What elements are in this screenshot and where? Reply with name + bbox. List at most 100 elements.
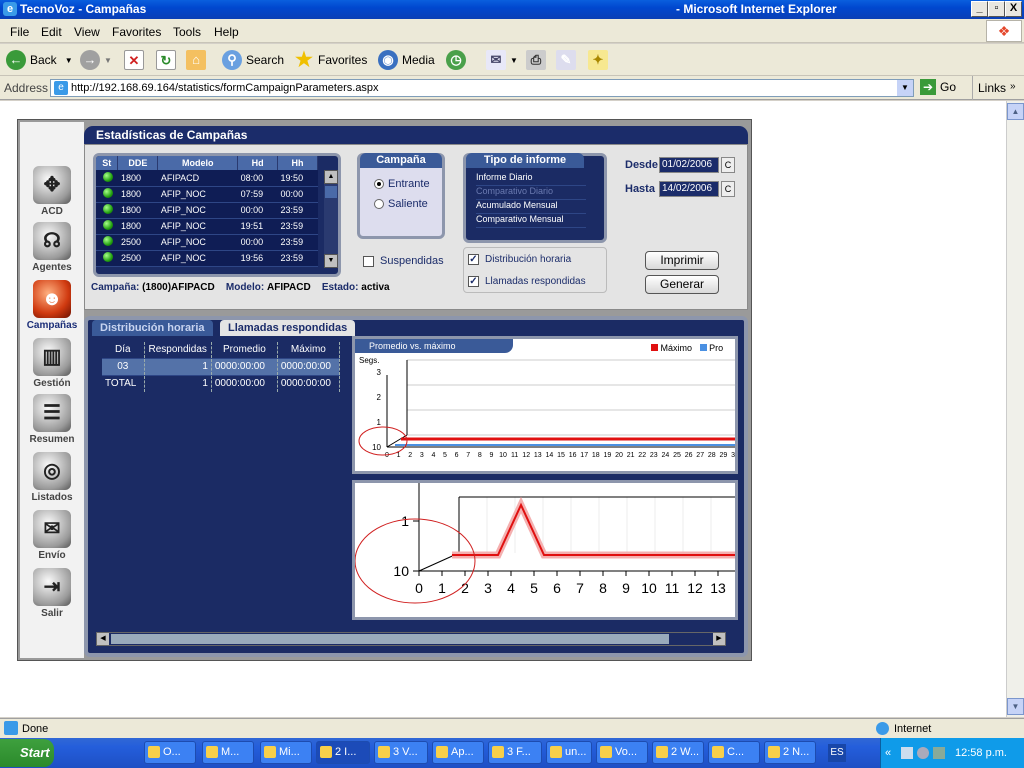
col-maximo[interactable]: Máximo [277, 342, 340, 358]
favorites-button[interactable]: ★ Favorites [294, 48, 367, 72]
task-button[interactable]: O... [144, 741, 196, 764]
search-button[interactable]: ⚲ Search [222, 48, 284, 72]
task-button[interactable]: 2 I... [316, 741, 370, 764]
table-row[interactable]: 1800 AFIP_NOC 00:00 23:59 [96, 202, 318, 219]
llamadas-checkbox[interactable]: ✓ Llamadas respondidas [468, 276, 586, 287]
task-button[interactable]: 2 W... [652, 741, 704, 764]
col-dia[interactable]: Día [102, 342, 145, 358]
generar-button[interactable]: Generar [645, 275, 719, 294]
distribucion-checkbox[interactable]: ✓ Distribución horaria [468, 254, 571, 265]
page-scrollbar[interactable]: ▲ ▼ [1006, 101, 1024, 717]
print-button[interactable]: ⎙ [526, 48, 550, 72]
radio-on-icon[interactable] [374, 179, 384, 190]
menu-favorites[interactable]: Favorites [112, 25, 161, 39]
window-title-bar[interactable]: e TecnoVoz - Campañas - Microsoft Intern… [0, 0, 1024, 19]
desde-input[interactable]: 01/02/2006 [659, 157, 719, 173]
table-row[interactable]: 2500 AFIP_NOC 00:00 23:59 [96, 234, 318, 251]
edit-button[interactable]: ✎ [556, 48, 580, 72]
tray-volume-icon[interactable] [917, 747, 929, 759]
imprimir-button[interactable]: Imprimir [645, 251, 719, 270]
nav-gestion[interactable]: ▥ Gestión [20, 338, 84, 389]
table-row[interactable]: 2500 AFIP_NOC 19:56 23:59 [96, 250, 318, 267]
radio-entrante[interactable]: Entrante [374, 178, 430, 190]
checkbox-checked-icon[interactable]: ✓ [468, 276, 479, 287]
col-respondidas[interactable]: Respondidas [144, 342, 212, 358]
nav-agentes[interactable]: ☊ Agentes [20, 222, 84, 273]
links-button[interactable]: Links [978, 81, 1006, 95]
maximize-button[interactable]: ▫ [988, 1, 1005, 17]
forward-button[interactable]: → ▼ [80, 48, 112, 72]
history-button[interactable]: ◷ [446, 48, 470, 72]
menu-edit[interactable]: Edit [41, 25, 62, 39]
task-button[interactable]: un... [546, 741, 592, 764]
col-st[interactable]: St [96, 156, 119, 170]
scroll-up-icon[interactable]: ▲ [324, 170, 338, 184]
scroll-up-icon[interactable]: ▲ [1007, 103, 1024, 120]
radio-saliente[interactable]: Saliente [374, 198, 428, 210]
scroll-right-icon[interactable]: ▶ [713, 633, 725, 645]
scroll-left-icon[interactable]: ◀ [97, 633, 109, 645]
tray-user-icon[interactable] [933, 747, 945, 759]
nav-acd[interactable]: ✥ ACD [20, 166, 84, 217]
table-row[interactable]: 03 1 0000:00:00 0000:00:00 [102, 357, 340, 375]
scroll-thumb[interactable] [325, 186, 337, 198]
col-modelo[interactable]: Modelo [157, 156, 239, 170]
radio-off-icon[interactable] [374, 199, 384, 210]
col-promedio[interactable]: Promedio [211, 342, 278, 358]
scroll-down-icon[interactable]: ▼ [1007, 698, 1024, 715]
close-button[interactable]: X [1005, 1, 1022, 17]
task-button[interactable]: Mi... [260, 741, 312, 764]
nav-listados[interactable]: ◎ Listados [20, 452, 84, 503]
scroll-thumb[interactable] [111, 634, 669, 644]
report-option-informe-diario[interactable]: Informe Diario [476, 172, 586, 186]
tab-distribucion[interactable]: Distribución horaria [92, 320, 213, 336]
task-button[interactable]: Vo... [596, 741, 648, 764]
nav-resumen[interactable]: ☰ Resumen [20, 394, 84, 445]
table-row[interactable]: 1800 AFIPACD 08:00 19:50 [96, 170, 318, 187]
refresh-button[interactable]: ↻ [156, 48, 180, 72]
checkbox-unchecked-icon[interactable] [363, 255, 374, 267]
nav-salir[interactable]: ⇥ Salir [20, 568, 84, 619]
menu-view[interactable]: View [74, 25, 100, 39]
start-button[interactable]: Start [0, 739, 54, 767]
report-option-acumulado-mensual[interactable]: Acumulado Mensual [476, 200, 586, 214]
mail-button[interactable]: ✉ ▼ [486, 48, 518, 72]
hasta-input[interactable]: 14/02/2006 [659, 181, 719, 197]
col-hh[interactable]: Hh [277, 156, 318, 170]
task-button[interactable]: C... [708, 741, 760, 764]
back-button[interactable]: ← Back ▼ [6, 48, 73, 72]
home-button[interactable]: ⌂ [186, 48, 210, 72]
minimize-button[interactable]: _ [971, 1, 988, 17]
checkbox-checked-icon[interactable]: ✓ [468, 254, 479, 265]
go-button[interactable]: ➔ Go [920, 79, 956, 95]
hasta-calendar-button[interactable]: C [721, 181, 735, 197]
tray-expand-icon[interactable]: « [885, 738, 891, 768]
task-button[interactable]: 3 V... [374, 741, 428, 764]
scroll-down-icon[interactable]: ▼ [324, 254, 338, 268]
menu-file[interactable]: File [10, 25, 29, 39]
nav-envio[interactable]: ✉ Envío [20, 510, 84, 561]
language-indicator[interactable]: ES [828, 744, 846, 762]
tab-llamadas[interactable]: Llamadas respondidas [220, 320, 356, 336]
menu-tools[interactable]: Tools [173, 25, 201, 39]
chevron-down-icon[interactable]: ▼ [510, 56, 518, 65]
col-dde[interactable]: DDE [117, 156, 159, 170]
chevron-down-icon[interactable]: ▼ [65, 56, 73, 65]
table-row[interactable]: 1800 AFIP_NOC 07:59 00:00 [96, 186, 318, 203]
report-option-comparativo-mensual[interactable]: Comparativo Mensual [476, 214, 586, 228]
nav-campanias[interactable]: ☻ Campañas [20, 280, 84, 331]
chevron-right-icon[interactable]: » [1010, 81, 1016, 92]
menu-help[interactable]: Help [214, 25, 239, 39]
stop-button[interactable]: ✕ [124, 48, 148, 72]
task-button[interactable]: 3 F... [488, 741, 542, 764]
table-row[interactable]: TOTAL 1 0000:00:00 0000:00:00 [102, 374, 340, 392]
task-button[interactable]: Ap... [432, 741, 484, 764]
tray-network-icon[interactable] [901, 747, 913, 759]
address-dropdown-icon[interactable]: ▼ [897, 80, 913, 96]
address-input[interactable]: e http://192.168.69.164/statistics/formC… [50, 79, 914, 97]
table-row[interactable]: 1800 AFIP_NOC 19:51 23:59 [96, 218, 318, 235]
task-button[interactable]: M... [202, 741, 254, 764]
media-button[interactable]: ◉ Media [378, 48, 435, 72]
horizontal-scrollbar[interactable]: ◀ ▶ [96, 632, 726, 646]
chevron-down-icon[interactable]: ▼ [104, 56, 112, 65]
